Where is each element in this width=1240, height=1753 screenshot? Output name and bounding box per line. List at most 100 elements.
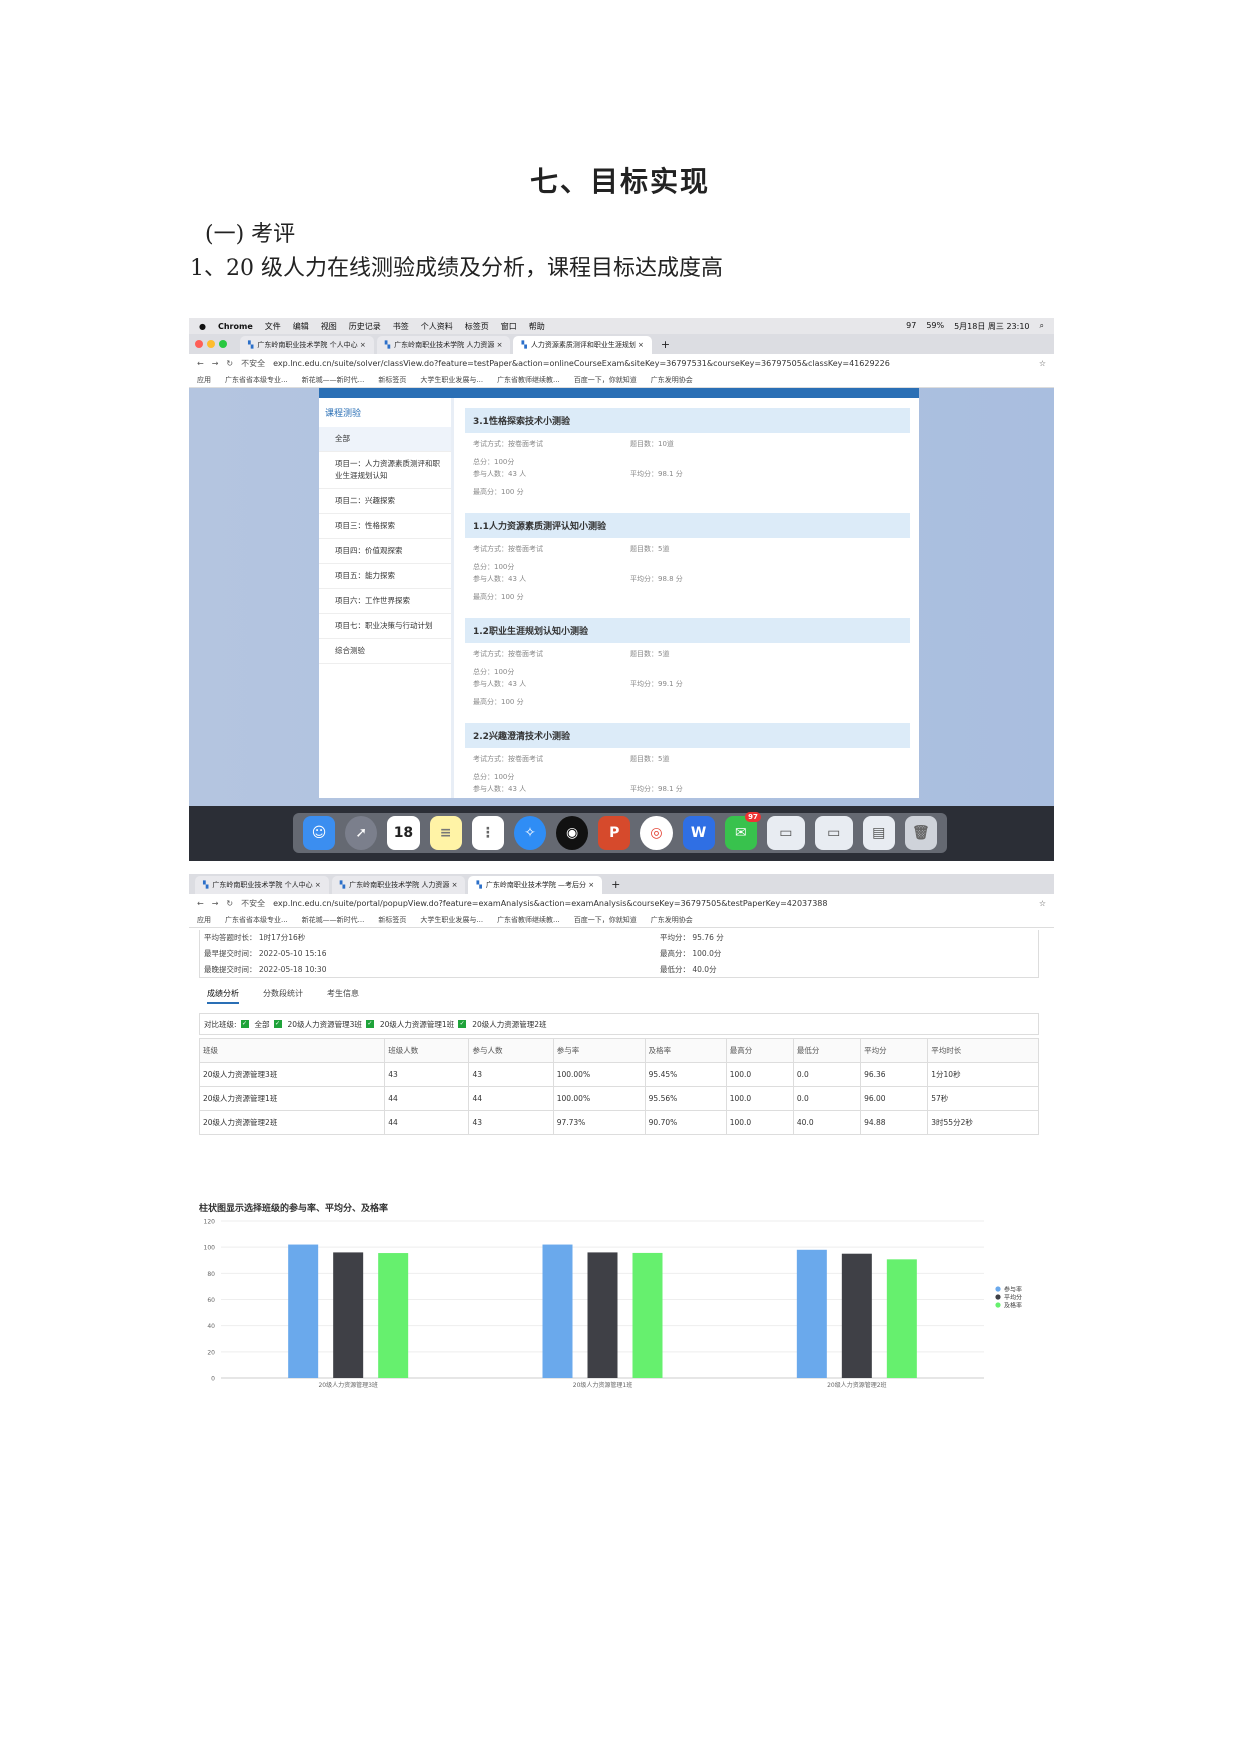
bookmark[interactable]: 广东省教师继续教... bbox=[497, 375, 560, 385]
qq-icon[interactable]: ◉ bbox=[556, 816, 589, 850]
tab-score-analysis[interactable]: 成绩分析 bbox=[207, 988, 239, 1004]
battery-percent[interactable]: 59% bbox=[926, 321, 944, 332]
checkbox[interactable]: ✓ bbox=[273, 1020, 282, 1028]
filter-option[interactable]: 全部 bbox=[255, 1019, 270, 1030]
window-thumbnail-icon[interactable]: ▤ bbox=[862, 816, 895, 850]
window-thumbnail-icon[interactable]: ▭ bbox=[814, 816, 853, 850]
minimize-window-button[interactable] bbox=[207, 340, 215, 348]
quiz-title[interactable]: 2.2兴趣澄清技术小测验 bbox=[465, 723, 910, 748]
sidebar-item[interactable]: 项目六：工作世界探索 bbox=[319, 589, 451, 614]
quiz-card: 3.1性格探索技术小测验 考试方式：按卷面考试 题目数：10道 总分：100分 … bbox=[465, 408, 910, 513]
checkbox[interactable]: ✓ bbox=[458, 1020, 467, 1028]
clock[interactable]: 5月18日 周三 23:10 bbox=[954, 321, 1029, 332]
menu-item[interactable]: 个人资料 bbox=[421, 321, 453, 332]
table-cell: 100.0 bbox=[725, 1086, 794, 1111]
star-icon[interactable]: ☆ bbox=[1039, 899, 1046, 908]
back-icon[interactable]: ← bbox=[197, 899, 204, 908]
browser-tab[interactable]: ▚ 广东岭南职业技术学院 个人中心 × bbox=[195, 876, 329, 894]
quiz-title[interactable]: 1.1人力资源素质测评认知小测验 bbox=[465, 513, 910, 538]
menu-item[interactable]: 窗口 bbox=[501, 321, 517, 332]
bookmark[interactable]: 新标签页 bbox=[378, 915, 406, 925]
chrome-icon[interactable]: ◎ bbox=[640, 816, 673, 850]
sidebar-item[interactable]: 综合测验 bbox=[319, 639, 451, 664]
filter-option[interactable]: 20级人力资源管理3班 bbox=[288, 1019, 362, 1030]
reload-icon[interactable]: ↻ bbox=[226, 899, 233, 908]
bookmark[interactable]: 大学生职业发展与... bbox=[420, 915, 483, 925]
table-cell: 100.0 bbox=[725, 1062, 794, 1087]
menu-item[interactable]: 编辑 bbox=[293, 321, 309, 332]
sidebar-item[interactable]: 全部 bbox=[319, 427, 451, 452]
sidebar-item[interactable]: 项目七：职业决策与行动计划 bbox=[319, 614, 451, 639]
search-icon[interactable]: ⌕ bbox=[1040, 321, 1044, 332]
checkbox[interactable]: ✓ bbox=[365, 1020, 374, 1028]
reload-icon[interactable]: ↻ bbox=[226, 359, 233, 368]
filter-option[interactable]: 20级人力资源管理1班 bbox=[380, 1019, 454, 1030]
browser-tab[interactable]: ▚ 广东岭南职业技术学院 人力资源 × bbox=[331, 876, 466, 894]
powerpoint-icon[interactable]: P bbox=[598, 816, 631, 850]
back-icon[interactable]: ← bbox=[197, 359, 204, 368]
bookmark[interactable]: 应用 bbox=[197, 375, 211, 385]
table-cell: 95.56% bbox=[644, 1086, 727, 1111]
sidebar-item[interactable]: 项目四：价值观探索 bbox=[319, 539, 451, 564]
wps-icon[interactable]: W bbox=[682, 816, 715, 850]
bookmark[interactable]: 大学生职业发展与... bbox=[420, 375, 483, 385]
menu-item[interactable]: Chrome bbox=[218, 322, 253, 331]
bookmark[interactable]: 新标签页 bbox=[378, 375, 406, 385]
latest-submit: 最晚提交时间： 2022-05-18 10:30 bbox=[204, 965, 327, 974]
launchpad-icon[interactable]: ➚ bbox=[345, 816, 378, 850]
bookmark[interactable]: 广东发明协会 bbox=[651, 915, 693, 925]
apple-icon[interactable]: ● bbox=[199, 322, 206, 331]
forward-icon[interactable]: → bbox=[212, 899, 219, 908]
menu-item[interactable]: 视图 bbox=[321, 321, 337, 332]
browser-tab[interactable]: ▚ 广东岭南职业技术学院 人力资源 × bbox=[376, 336, 511, 354]
forward-icon[interactable]: → bbox=[212, 359, 219, 368]
menu-item[interactable]: 标签页 bbox=[465, 321, 489, 332]
star-icon[interactable]: ☆ bbox=[1039, 359, 1046, 368]
table-cell: 90.70% bbox=[644, 1110, 727, 1135]
browser-tab-active[interactable]: ▚ 人力资源素质测评和职业生涯规划 × bbox=[513, 336, 652, 354]
menu-item[interactable]: 书签 bbox=[393, 321, 409, 332]
quiz-title[interactable]: 3.1性格探索技术小测验 bbox=[465, 408, 910, 433]
quiz-title[interactable]: 1.2职业生涯规划认知小测验 bbox=[465, 618, 910, 643]
bookmark[interactable]: 广东省省本级专业... bbox=[225, 375, 288, 385]
tab-student-info[interactable]: 考生信息 bbox=[327, 988, 359, 1004]
menu-item[interactable]: 帮助 bbox=[529, 321, 545, 332]
window-thumbnail-icon[interactable]: ▭ bbox=[766, 816, 805, 850]
bookmark[interactable]: 新花城——新时代... bbox=[302, 375, 365, 385]
safari-icon[interactable]: ✧ bbox=[513, 816, 547, 850]
bookmark[interactable]: 百度一下，你就知道 bbox=[574, 375, 637, 385]
wechat-count[interactable]: 97 bbox=[906, 321, 916, 332]
security-label[interactable]: 不安全 bbox=[241, 358, 265, 369]
new-tab-button[interactable]: + bbox=[661, 338, 670, 351]
filter-option[interactable]: 20级人力资源管理2班 bbox=[472, 1019, 546, 1030]
bookmark[interactable]: 新花城——新时代... bbox=[302, 915, 365, 925]
sidebar-item[interactable]: 项目五：能力探索 bbox=[319, 564, 451, 589]
new-tab-button[interactable]: + bbox=[611, 878, 620, 891]
menu-item[interactable]: 历史记录 bbox=[349, 321, 381, 332]
security-label[interactable]: 不安全 bbox=[241, 898, 265, 909]
bookmark[interactable]: 广东发明协会 bbox=[651, 375, 693, 385]
bookmark[interactable]: 应用 bbox=[197, 915, 211, 925]
table-cell: 44 bbox=[384, 1086, 470, 1111]
browser-tab-active[interactable]: ▚ 广东岭南职业技术学院 —考后分 × bbox=[468, 876, 603, 894]
url-field[interactable]: exp.lnc.edu.cn/suite/portal/popupView.do… bbox=[273, 899, 1031, 908]
sidebar-item[interactable]: 项目二：兴趣探索 bbox=[319, 489, 451, 514]
notes-icon[interactable]: ≡ bbox=[429, 816, 462, 850]
menu-item[interactable]: 文件 bbox=[265, 321, 281, 332]
bookmark[interactable]: 广东省教师继续教... bbox=[497, 915, 560, 925]
finder-icon[interactable]: ☺ bbox=[303, 816, 336, 850]
calendar-icon[interactable]: 18 bbox=[387, 816, 420, 850]
wechat-icon[interactable]: ✉ 97 bbox=[724, 812, 761, 850]
trash-icon[interactable]: 🗑 bbox=[904, 816, 937, 850]
checkbox[interactable]: ✓ bbox=[240, 1020, 249, 1028]
maximize-window-button[interactable] bbox=[219, 340, 227, 348]
sidebar-item[interactable]: 项目一：人力资源素质测评和职业生涯规划认知 bbox=[319, 452, 451, 489]
tab-score-ranges[interactable]: 分数段统计 bbox=[263, 988, 303, 1004]
browser-tab[interactable]: ▚ 广东岭南职业技术学院 个人中心 × bbox=[240, 336, 374, 354]
bookmark[interactable]: 百度一下，你就知道 bbox=[574, 915, 637, 925]
bookmark[interactable]: 广东省省本级专业... bbox=[225, 915, 288, 925]
close-window-button[interactable] bbox=[195, 340, 203, 348]
sidebar-item[interactable]: 项目三：性格探索 bbox=[319, 514, 451, 539]
url-field[interactable]: exp.lnc.edu.cn/suite/solver/classView.do… bbox=[273, 359, 1031, 368]
reminders-icon[interactable]: ⋮ bbox=[471, 816, 504, 850]
